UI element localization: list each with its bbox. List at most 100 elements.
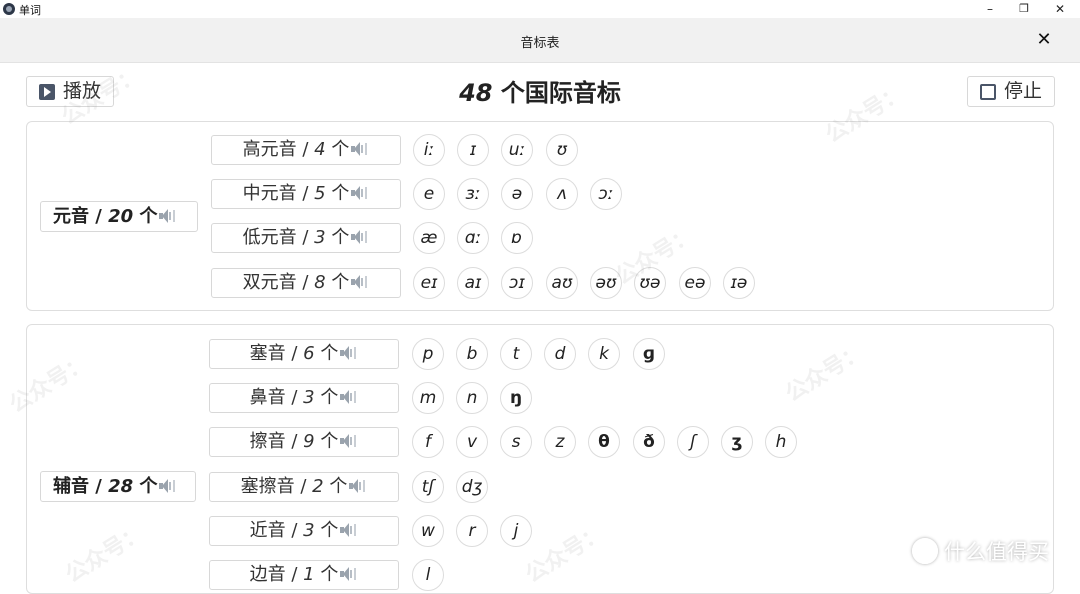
group-unit: 个 [320, 520, 339, 541]
speaker-icon [351, 230, 369, 244]
phoneme-button[interactable]: z [544, 426, 576, 458]
group-count: 3 [314, 227, 326, 248]
phoneme-button[interactable]: aʊ [546, 267, 578, 299]
phoneme-button[interactable]: ʃ [677, 426, 709, 458]
group-count: 8 [314, 272, 326, 293]
consonant-panel [26, 324, 1054, 594]
phoneme-button[interactable]: n [456, 382, 488, 414]
group-count: 2 [312, 476, 324, 497]
phoneme-button[interactable]: j [500, 515, 532, 547]
group-unit: 个 [331, 272, 350, 293]
consonant-group-button-affricate[interactable]: 塞擦音 / 2 个 [209, 472, 399, 502]
consonant-category-unit: 个 [139, 476, 158, 497]
phoneme-button[interactable]: iː [413, 134, 445, 166]
group-name: 双元音 [242, 272, 297, 293]
vowel-group-button-high[interactable]: 高元音 / 4 个 [211, 135, 401, 165]
phoneme-button[interactable]: r [456, 515, 488, 547]
phoneme-button[interactable]: æ [413, 222, 445, 254]
phoneme-button[interactable]: ð [633, 426, 665, 458]
speaker-icon [351, 275, 369, 289]
phoneme-button[interactable]: l [412, 559, 444, 591]
phoneme-button[interactable]: t [500, 338, 532, 370]
speaker-icon [340, 567, 358, 581]
group-unit: 个 [320, 387, 339, 408]
minimize-button[interactable]: – [975, 0, 1005, 18]
consonant-group-button-approximant[interactable]: 近音 / 3 个 [209, 516, 399, 546]
phoneme-button[interactable]: f [412, 426, 444, 458]
consonant-group-button-fricative[interactable]: 擦音 / 9 个 [209, 427, 399, 457]
group-unit: 个 [329, 476, 348, 497]
group-count: 3 [303, 520, 315, 541]
phoneme-button[interactable]: tʃ [412, 471, 444, 503]
vowel-group-button-low[interactable]: 低元音 / 3 个 [211, 223, 401, 253]
group-name: 近音 [249, 520, 286, 541]
stop-icon [980, 84, 996, 100]
phoneme-button[interactable]: θ [588, 426, 620, 458]
phoneme-button[interactable]: eə [679, 267, 711, 299]
consonant-group-button-plosive[interactable]: 塞音 / 6 个 [209, 339, 399, 369]
phoneme-button[interactable]: ɡ [633, 338, 665, 370]
speaker-icon [351, 142, 369, 156]
group-unit: 个 [331, 183, 350, 204]
group-unit: 个 [320, 431, 339, 452]
vowel-category-label: 元音 [53, 206, 89, 227]
vowel-group-button-mid[interactable]: 中元音 / 5 个 [211, 179, 401, 209]
group-unit: 个 [331, 139, 350, 160]
phoneme-button[interactable]: ɔː [590, 178, 622, 210]
phoneme-button[interactable]: ɒ [501, 222, 533, 254]
phoneme-button[interactable]: p [412, 338, 444, 370]
phoneme-button[interactable]: ɪə [723, 267, 755, 299]
group-name: 高元音 [242, 139, 297, 160]
phoneme-button[interactable]: dʒ [456, 471, 488, 503]
phoneme-button[interactable]: eɪ [413, 267, 445, 299]
window-close-button[interactable]: ✕ [1045, 0, 1075, 18]
stop-button[interactable]: 停止 [967, 76, 1055, 107]
phoneme-button[interactable]: ʊ [546, 134, 578, 166]
phoneme-button[interactable]: əʊ [590, 267, 622, 299]
phoneme-button[interactable]: ʌ [546, 178, 578, 210]
group-name: 鼻音 [249, 387, 286, 408]
phoneme-button[interactable]: aɪ [457, 267, 489, 299]
header-title: 音标表 [520, 36, 560, 51]
phoneme-button[interactable]: v [456, 426, 488, 458]
group-count: 5 [314, 183, 326, 204]
phoneme-button[interactable]: d [544, 338, 576, 370]
brand-watermark: 什么值得买 [912, 536, 1049, 566]
restore-button[interactable]: ❐ [1009, 0, 1039, 18]
app-icon [3, 3, 15, 15]
phoneme-button[interactable]: ɔɪ [501, 267, 533, 299]
speaker-icon [340, 346, 358, 360]
group-unit: 个 [320, 564, 339, 585]
consonant-category-label: 辅音 [53, 476, 89, 497]
phoneme-button[interactable]: s [500, 426, 532, 458]
phoneme-button[interactable]: uː [501, 134, 533, 166]
phoneme-button[interactable]: w [412, 515, 444, 547]
vowel-group-button-diphthong[interactable]: 双元音 / 8 个 [211, 268, 401, 298]
phoneme-button[interactable]: ə [501, 178, 533, 210]
phoneme-button[interactable]: ɑː [457, 222, 489, 254]
vowel-category-unit: 个 [139, 206, 158, 227]
close-icon[interactable]: ✕ [1032, 28, 1056, 52]
phoneme-button[interactable]: h [765, 426, 797, 458]
consonant-group-button-nasal[interactable]: 鼻音 / 3 个 [209, 383, 399, 413]
phoneme-button[interactable]: e [413, 178, 445, 210]
brand-text: 什么值得买 [944, 540, 1049, 564]
consonant-group-button-lateral[interactable]: 边音 / 1 个 [209, 560, 399, 590]
phoneme-button[interactable]: b [456, 338, 488, 370]
phoneme-button[interactable]: ɪ [457, 134, 489, 166]
vowel-category-button[interactable]: 元音 / 20 个 [40, 201, 198, 232]
phoneme-button[interactable]: ɜː [457, 178, 489, 210]
phoneme-button[interactable]: ŋ [500, 382, 532, 414]
phoneme-button[interactable]: ʊə [634, 267, 666, 299]
phoneme-button[interactable]: ʒ [721, 426, 753, 458]
page-title-number: 48 [459, 79, 493, 107]
phoneme-button[interactable]: m [412, 382, 444, 414]
consonant-category-count: 28 [108, 476, 134, 497]
vowel-category-count: 20 [108, 206, 134, 227]
speaker-icon [349, 479, 367, 493]
group-count: 3 [303, 387, 315, 408]
phoneme-button[interactable]: k [588, 338, 620, 370]
consonant-category-button[interactable]: 辅音 / 28 个 [40, 471, 196, 502]
group-unit: 个 [320, 343, 339, 364]
speaker-icon [340, 523, 358, 537]
